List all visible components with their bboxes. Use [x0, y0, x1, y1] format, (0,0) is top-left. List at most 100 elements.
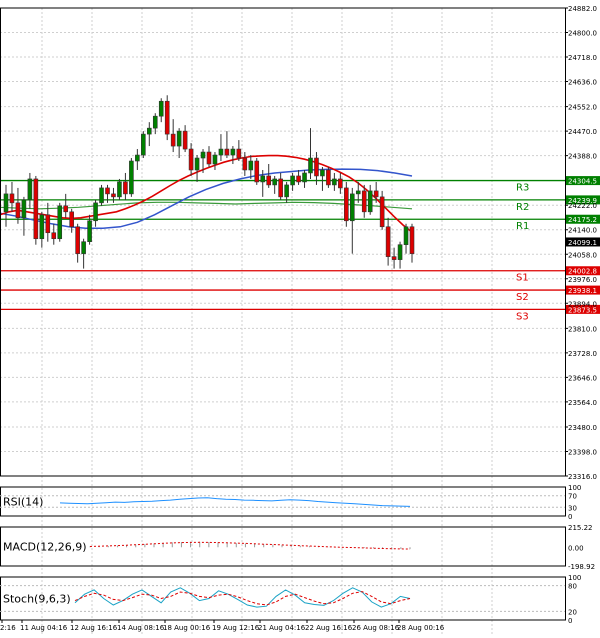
level-price-label: 24175.2	[568, 216, 597, 224]
candle-down	[279, 179, 283, 197]
macd-label: MACD(12,26,9)	[3, 541, 87, 554]
time-tick-label: 11 Aug 04:16	[20, 624, 68, 632]
candle-up	[261, 176, 265, 182]
candle-down	[374, 191, 378, 197]
candles	[4, 95, 414, 268]
candle-up	[195, 158, 199, 170]
time-tick-label: 19 Aug 12:16	[212, 624, 260, 632]
rsi-tick-label: 70	[568, 493, 577, 501]
level-price-label: 23938.1	[568, 287, 597, 295]
candle-down	[410, 227, 414, 254]
candle-up	[22, 200, 26, 218]
candle-up	[177, 131, 181, 146]
candle-up	[100, 188, 104, 203]
time-tick-label: 22 Aug 16:16	[305, 624, 353, 632]
candle-up	[273, 179, 277, 185]
rsi-tick-label: 30	[568, 504, 577, 512]
stoch-tick-label: 0	[568, 617, 572, 625]
level-name-s1: S1	[516, 273, 529, 284]
candle-up	[28, 179, 32, 200]
candle-down	[70, 212, 74, 227]
stoch-tick-label: 100	[568, 574, 581, 582]
level-name-s2: S2	[516, 292, 529, 303]
candle-down	[225, 149, 229, 155]
macd-tick-label: 215.22	[568, 524, 593, 532]
level-name-r1: R1	[516, 221, 529, 232]
price-tick-label: 23398.0	[568, 448, 597, 456]
candle-down	[297, 176, 301, 182]
price-tick-label: 23646.0	[568, 374, 597, 382]
rsi-line	[60, 498, 410, 507]
candle-up	[350, 194, 354, 221]
candle-down	[189, 149, 193, 170]
candle-down	[46, 215, 50, 233]
candle-down	[267, 176, 271, 185]
candle-up	[320, 170, 324, 176]
candle-down	[106, 188, 110, 194]
macd-signal-line	[90, 542, 410, 549]
level-name-r2: R2	[516, 202, 529, 213]
stoch-tick-label: 80	[568, 583, 577, 591]
candle-up	[159, 101, 163, 116]
price-tick-label: 24388.0	[568, 153, 597, 161]
candle-down	[34, 179, 38, 239]
macd-tick-label: -198.92	[568, 563, 595, 571]
time-tick-label: 18 Aug 00:16	[163, 624, 211, 632]
rsi-panel: RSI(14)10070300	[0, 484, 581, 521]
time-tick-label: 28 Aug 00:16	[397, 624, 445, 632]
price-tick-label: 23810.0	[568, 325, 597, 333]
price-tick-label: 23480.0	[568, 424, 597, 432]
candle-down	[326, 170, 330, 185]
candle-up	[4, 194, 8, 212]
axes: 24882.024800.024718.024636.024552.024470…	[1, 5, 600, 481]
candle-up	[285, 185, 289, 197]
rsi-tick-label: 100	[568, 484, 581, 492]
price-tick-label: 24882.0	[568, 5, 597, 13]
candle-up	[219, 149, 223, 155]
candle-down	[123, 182, 127, 194]
price-tick-label: 24140.0	[568, 227, 597, 235]
candle-up	[201, 152, 205, 158]
candle-up	[153, 116, 157, 128]
candle-down	[10, 194, 14, 203]
price-tick-label: 23728.0	[568, 350, 597, 358]
candle-down	[338, 179, 342, 188]
price-tick-label: 24800.0	[568, 30, 597, 38]
price-tick-label: 24718.0	[568, 54, 597, 62]
candle-down	[183, 131, 187, 149]
candle-down	[255, 161, 259, 182]
stoch-label: Stoch(9,6,3)	[3, 593, 71, 606]
rsi-frame	[1, 487, 566, 516]
price-tick-label: 24636.0	[568, 79, 597, 87]
level-name-s3: S3	[516, 311, 529, 322]
candle-up	[147, 128, 151, 134]
candle-down	[16, 203, 20, 218]
candle-up	[356, 191, 360, 194]
time-tick-label: 12 Aug 16:16	[70, 624, 118, 632]
rsi-label: RSI(14)	[3, 496, 43, 509]
candle-up	[82, 242, 86, 254]
candle-down	[380, 197, 384, 227]
level-price-label: 24304.5	[568, 178, 597, 186]
candle-up	[231, 149, 235, 155]
time-axis: 2:1611 Aug 04:1612 Aug 16:1614 Aug 08:16…	[0, 620, 445, 632]
candle-down	[52, 233, 56, 239]
time-tick-label: 14 Aug 08:16	[117, 624, 165, 632]
candle-up	[117, 182, 121, 197]
candle-down	[76, 227, 80, 254]
price-tick-label: 24222.0	[568, 202, 597, 210]
candle-up	[58, 206, 62, 239]
candle-up	[368, 191, 372, 212]
price-tick-label: 24552.0	[568, 104, 597, 112]
candle-down	[237, 149, 241, 158]
candle-up	[249, 161, 253, 170]
candle-up	[40, 215, 44, 239]
price-tick-label: 23894.0	[568, 300, 597, 308]
candle-up	[141, 134, 145, 155]
trading-chart[interactable]: R324304.5R224239.9R124175.2S124002.8S223…	[0, 0, 600, 634]
price-tick-label: 23564.0	[568, 399, 597, 407]
candle-up	[213, 155, 217, 164]
macd-panel: MACD(12,26,9)215.220.00-198.92	[1, 524, 596, 571]
candle-up	[88, 221, 92, 242]
candle-down	[392, 257, 396, 260]
